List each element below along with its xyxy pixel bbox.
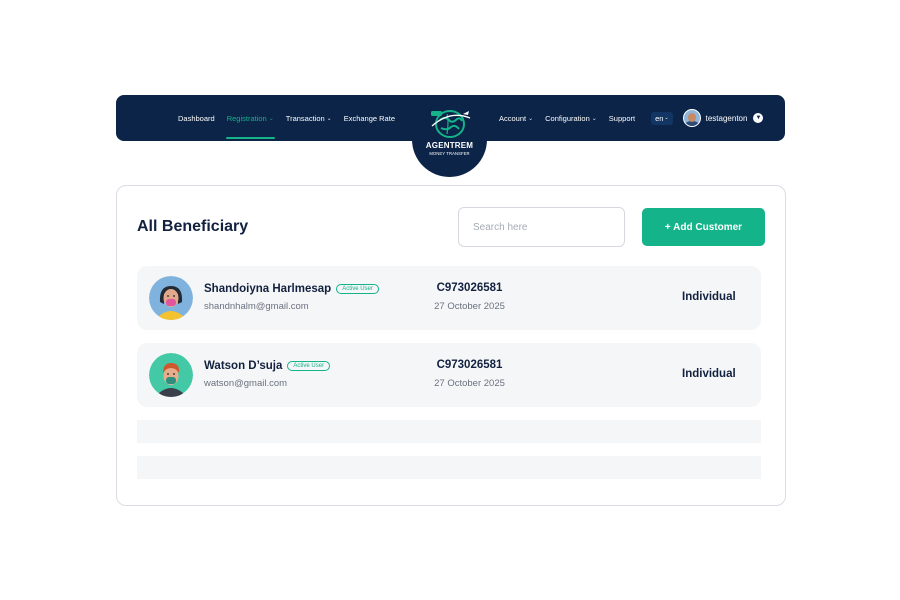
chevron-down-icon: ⌄ [528, 115, 534, 122]
nav-dashboard-label: Dashboard [178, 113, 215, 123]
avatar-face-shape [687, 113, 696, 122]
beneficiary-account-id: C973026581 [436, 359, 503, 371]
page-title: All Beneficiary [137, 218, 249, 235]
nav-configuration[interactable]: Configuration ⌄ [545, 95, 597, 141]
user-avatar-icon [682, 109, 701, 127]
language-label: en [655, 113, 664, 123]
nav-exchange-rate-label: Exchange Rate [343, 113, 395, 123]
nav-transaction-label: Transaction [285, 113, 325, 123]
nav-left-group: Dashboard Registration ⌄ Transaction ⌄ E… [178, 95, 395, 141]
beneficiary-row[interactable]: Watson D’suja Active User watson@gmail.co… [137, 343, 761, 407]
chevron-down-icon: ⌄ [326, 115, 332, 122]
beneficiary-date: 27 October 2025 [434, 378, 505, 389]
beneficiary-type: Individual [682, 368, 736, 380]
brand-logo[interactable]: AGENTREM MONEY TRANSFER [412, 102, 487, 177]
nav-right-group: Account ⌄ Configuration ⌄ Support en ⌄ t… [499, 95, 764, 141]
nav-registration[interactable]: Registration ⌄ [225, 95, 275, 141]
nav-support[interactable]: Support [609, 95, 635, 141]
brand-subtitle: MONEY TRANSFER [429, 151, 470, 156]
search-input[interactable] [458, 207, 625, 247]
nav-exchange-rate[interactable]: Exchange Rate [344, 95, 395, 141]
nav-transaction[interactable]: Transaction ⌄ [286, 95, 332, 141]
female-avatar-icon [149, 276, 193, 320]
brand-title: AGENTREM [425, 141, 474, 150]
status-badge: Active User [336, 284, 379, 294]
beneficiary-name: Watson D’suja Active User [204, 360, 331, 372]
nav-configuration-label: Configuration [545, 113, 590, 123]
beneficiary-date: 27 October 2025 [434, 301, 505, 312]
nav-support-label: Support [608, 113, 636, 123]
beneficiary-type: Individual [682, 291, 736, 303]
status-badge: Active User [287, 361, 331, 371]
nav-dashboard[interactable]: Dashboard [178, 95, 215, 141]
chevron-down-icon: ⌄ [268, 115, 274, 122]
chevron-down-icon: ⌄ [664, 115, 669, 121]
add-customer-button[interactable]: + Add Customer [642, 208, 765, 246]
skeleton-row [137, 456, 761, 479]
beneficiary-card: All Beneficiary + Add Customer Shandoiyn… [116, 185, 786, 506]
beneficiary-name: Shandoiyna Harlmesap Active User [204, 283, 379, 295]
user-menu[interactable]: testagenton ▼ [682, 109, 764, 127]
beneficiary-row[interactable]: Shandoiyna Harlmesap Active User shandnha… [137, 266, 761, 330]
language-selector[interactable]: en ⌄ [651, 111, 673, 125]
nav-account[interactable]: Account ⌄ [499, 95, 533, 141]
beneficiary-email: watson@gmail.com [204, 378, 288, 389]
beneficiary-email: shandnhalm@gmail.com [204, 301, 309, 312]
user-name: testagenton [705, 113, 748, 123]
skeleton-row [137, 420, 761, 443]
beneficiary-name-text: Watson D’suja [204, 360, 283, 372]
nav-account-label: Account [499, 113, 527, 123]
chevron-down-icon: ⌄ [591, 115, 597, 122]
male-avatar-icon [149, 353, 193, 397]
nav-registration-label: Registration [226, 113, 267, 123]
chevron-down-icon: ▼ [753, 113, 764, 123]
beneficiary-name-text: Shandoiyna Harlmesap [204, 283, 332, 295]
globe-plane-icon [430, 110, 470, 138]
beneficiary-account-id: C973026581 [436, 282, 503, 294]
